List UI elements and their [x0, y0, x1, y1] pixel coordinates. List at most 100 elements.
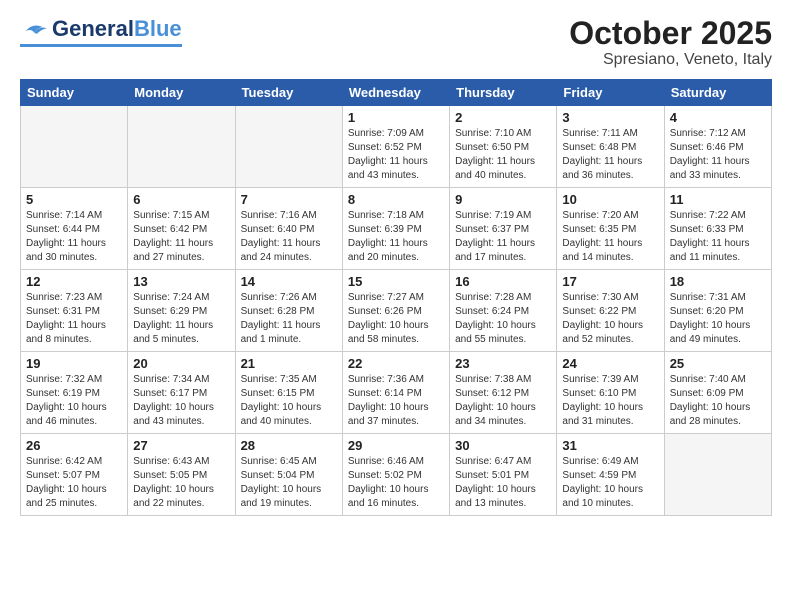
- day-number: 23: [455, 356, 551, 371]
- day-info: Sunrise: 7:34 AM Sunset: 6:17 PM Dayligh…: [133, 373, 229, 429]
- day-number: 3: [562, 110, 658, 125]
- day-number: 12: [26, 274, 122, 289]
- day-number: 29: [348, 438, 444, 453]
- day-number: 6: [133, 192, 229, 207]
- logo-text: GeneralBlue: [52, 16, 182, 42]
- day-number: 16: [455, 274, 551, 289]
- table-row: [21, 106, 128, 188]
- day-info: Sunrise: 7:09 AM Sunset: 6:52 PM Dayligh…: [348, 127, 444, 183]
- day-info: Sunrise: 7:23 AM Sunset: 6:31 PM Dayligh…: [26, 291, 122, 347]
- calendar-week-row: 12 Sunrise: 7:23 AM Sunset: 6:31 PM Dayli…: [21, 270, 772, 352]
- day-number: 28: [241, 438, 337, 453]
- day-number: 4: [670, 110, 766, 125]
- table-row: 8 Sunrise: 7:18 AM Sunset: 6:39 PM Daylig…: [342, 188, 449, 270]
- day-number: 25: [670, 356, 766, 371]
- day-info: Sunrise: 6:45 AM Sunset: 5:04 PM Dayligh…: [241, 455, 337, 511]
- calendar-header-row: Sunday Monday Tuesday Wednesday Thursday…: [21, 80, 772, 106]
- table-row: 3 Sunrise: 7:11 AM Sunset: 6:48 PM Daylig…: [557, 106, 664, 188]
- day-info: Sunrise: 7:35 AM Sunset: 6:15 PM Dayligh…: [241, 373, 337, 429]
- logo-underline: [20, 44, 182, 47]
- table-row: 9 Sunrise: 7:19 AM Sunset: 6:37 PM Daylig…: [450, 188, 557, 270]
- day-info: Sunrise: 7:28 AM Sunset: 6:24 PM Dayligh…: [455, 291, 551, 347]
- table-row: 10 Sunrise: 7:20 AM Sunset: 6:35 PM Dayli…: [557, 188, 664, 270]
- day-info: Sunrise: 7:31 AM Sunset: 6:20 PM Dayligh…: [670, 291, 766, 347]
- table-row: 22Sunrise: 7:36 AM Sunset: 6:14 PM Dayli…: [342, 352, 449, 434]
- day-info: Sunrise: 7:11 AM Sunset: 6:48 PM Dayligh…: [562, 127, 658, 183]
- day-number: 10: [562, 192, 658, 207]
- day-number: 5: [26, 192, 122, 207]
- day-number: 17: [562, 274, 658, 289]
- table-row: 7Sunrise: 7:16 AM Sunset: 6:40 PM Daylig…: [235, 188, 342, 270]
- col-thursday: Thursday: [450, 80, 557, 106]
- day-number: 11: [670, 192, 766, 207]
- table-row: 13Sunrise: 7:24 AM Sunset: 6:29 PM Dayli…: [128, 270, 235, 352]
- day-number: 15: [348, 274, 444, 289]
- calendar-week-row: 26 Sunrise: 6:42 AM Sunset: 5:07 PM Dayli…: [21, 434, 772, 516]
- table-row: [664, 434, 771, 516]
- day-number: 27: [133, 438, 229, 453]
- day-number: 1: [348, 110, 444, 125]
- day-number: 9: [455, 192, 551, 207]
- day-info: Sunrise: 7:10 AM Sunset: 6:50 PM Dayligh…: [455, 127, 551, 183]
- table-row: 14Sunrise: 7:26 AM Sunset: 6:28 PM Dayli…: [235, 270, 342, 352]
- day-info: Sunrise: 7:12 AM Sunset: 6:46 PM Dayligh…: [670, 127, 766, 183]
- day-info: Sunrise: 6:46 AM Sunset: 5:02 PM Dayligh…: [348, 455, 444, 511]
- table-row: 29 Sunrise: 6:46 AM Sunset: 5:02 PM Dayli…: [342, 434, 449, 516]
- day-info: Sunrise: 6:42 AM Sunset: 5:07 PM Dayligh…: [26, 455, 122, 511]
- title-block: October 2025 Spresiano, Veneto, Italy: [569, 16, 772, 69]
- day-number: 22: [348, 356, 444, 371]
- day-info: Sunrise: 7:20 AM Sunset: 6:35 PM Dayligh…: [562, 209, 658, 265]
- table-row: 25 Sunrise: 7:40 AM Sunset: 6:09 PM Dayli…: [664, 352, 771, 434]
- day-number: 8: [348, 192, 444, 207]
- day-number: 18: [670, 274, 766, 289]
- day-number: 2: [455, 110, 551, 125]
- table-row: 6 Sunrise: 7:15 AM Sunset: 6:42 PM Daylig…: [128, 188, 235, 270]
- day-info: Sunrise: 7:27 AM Sunset: 6:26 PM Dayligh…: [348, 291, 444, 347]
- table-row: 23 Sunrise: 7:38 AM Sunset: 6:12 PM Dayli…: [450, 352, 557, 434]
- calendar-week-row: 5 Sunrise: 7:14 AM Sunset: 6:44 PM Daylig…: [21, 188, 772, 270]
- table-row: 19 Sunrise: 7:32 AM Sunset: 6:19 PM Dayli…: [21, 352, 128, 434]
- col-saturday: Saturday: [664, 80, 771, 106]
- table-row: 4 Sunrise: 7:12 AM Sunset: 6:46 PM Daylig…: [664, 106, 771, 188]
- logo: GeneralBlue: [20, 16, 182, 47]
- month-title: October 2025: [569, 16, 772, 51]
- day-info: Sunrise: 7:32 AM Sunset: 6:19 PM Dayligh…: [26, 373, 122, 429]
- location: Spresiano, Veneto, Italy: [569, 51, 772, 69]
- day-info: Sunrise: 7:26 AM Sunset: 6:28 PM Dayligh…: [241, 291, 337, 347]
- day-info: Sunrise: 7:22 AM Sunset: 6:33 PM Dayligh…: [670, 209, 766, 265]
- day-info: Sunrise: 7:16 AM Sunset: 6:40 PM Dayligh…: [241, 209, 337, 265]
- day-info: Sunrise: 7:18 AM Sunset: 6:39 PM Dayligh…: [348, 209, 444, 265]
- day-info: Sunrise: 7:38 AM Sunset: 6:12 PM Dayligh…: [455, 373, 551, 429]
- day-info: Sunrise: 7:19 AM Sunset: 6:37 PM Dayligh…: [455, 209, 551, 265]
- day-info: Sunrise: 6:49 AM Sunset: 4:59 PM Dayligh…: [562, 455, 658, 511]
- day-info: Sunrise: 7:14 AM Sunset: 6:44 PM Dayligh…: [26, 209, 122, 265]
- day-info: Sunrise: 7:39 AM Sunset: 6:10 PM Dayligh…: [562, 373, 658, 429]
- day-number: 19: [26, 356, 122, 371]
- table-row: 12 Sunrise: 7:23 AM Sunset: 6:31 PM Dayli…: [21, 270, 128, 352]
- page-header: GeneralBlue October 2025 Spresiano, Vene…: [20, 16, 772, 69]
- day-number: 26: [26, 438, 122, 453]
- day-info: Sunrise: 6:47 AM Sunset: 5:01 PM Dayligh…: [455, 455, 551, 511]
- day-info: Sunrise: 6:43 AM Sunset: 5:05 PM Dayligh…: [133, 455, 229, 511]
- table-row: 26 Sunrise: 6:42 AM Sunset: 5:07 PM Dayli…: [21, 434, 128, 516]
- col-tuesday: Tuesday: [235, 80, 342, 106]
- day-number: 30: [455, 438, 551, 453]
- col-monday: Monday: [128, 80, 235, 106]
- day-number: 21: [241, 356, 337, 371]
- table-row: 30 Sunrise: 6:47 AM Sunset: 5:01 PM Dayli…: [450, 434, 557, 516]
- table-row: 21 Sunrise: 7:35 AM Sunset: 6:15 PM Dayli…: [235, 352, 342, 434]
- day-info: Sunrise: 7:15 AM Sunset: 6:42 PM Dayligh…: [133, 209, 229, 265]
- table-row: [235, 106, 342, 188]
- day-number: 24: [562, 356, 658, 371]
- day-number: 13: [133, 274, 229, 289]
- logo-bird-icon: [20, 20, 48, 38]
- table-row: 5 Sunrise: 7:14 AM Sunset: 6:44 PM Daylig…: [21, 188, 128, 270]
- day-info: Sunrise: 7:30 AM Sunset: 6:22 PM Dayligh…: [562, 291, 658, 347]
- col-friday: Friday: [557, 80, 664, 106]
- calendar-table: Sunday Monday Tuesday Wednesday Thursday…: [20, 79, 772, 516]
- table-row: 17 Sunrise: 7:30 AM Sunset: 6:22 PM Dayli…: [557, 270, 664, 352]
- table-row: 20Sunrise: 7:34 AM Sunset: 6:17 PM Dayli…: [128, 352, 235, 434]
- calendar-week-row: 19 Sunrise: 7:32 AM Sunset: 6:19 PM Dayli…: [21, 352, 772, 434]
- day-info: Sunrise: 7:40 AM Sunset: 6:09 PM Dayligh…: [670, 373, 766, 429]
- table-row: 18 Sunrise: 7:31 AM Sunset: 6:20 PM Dayli…: [664, 270, 771, 352]
